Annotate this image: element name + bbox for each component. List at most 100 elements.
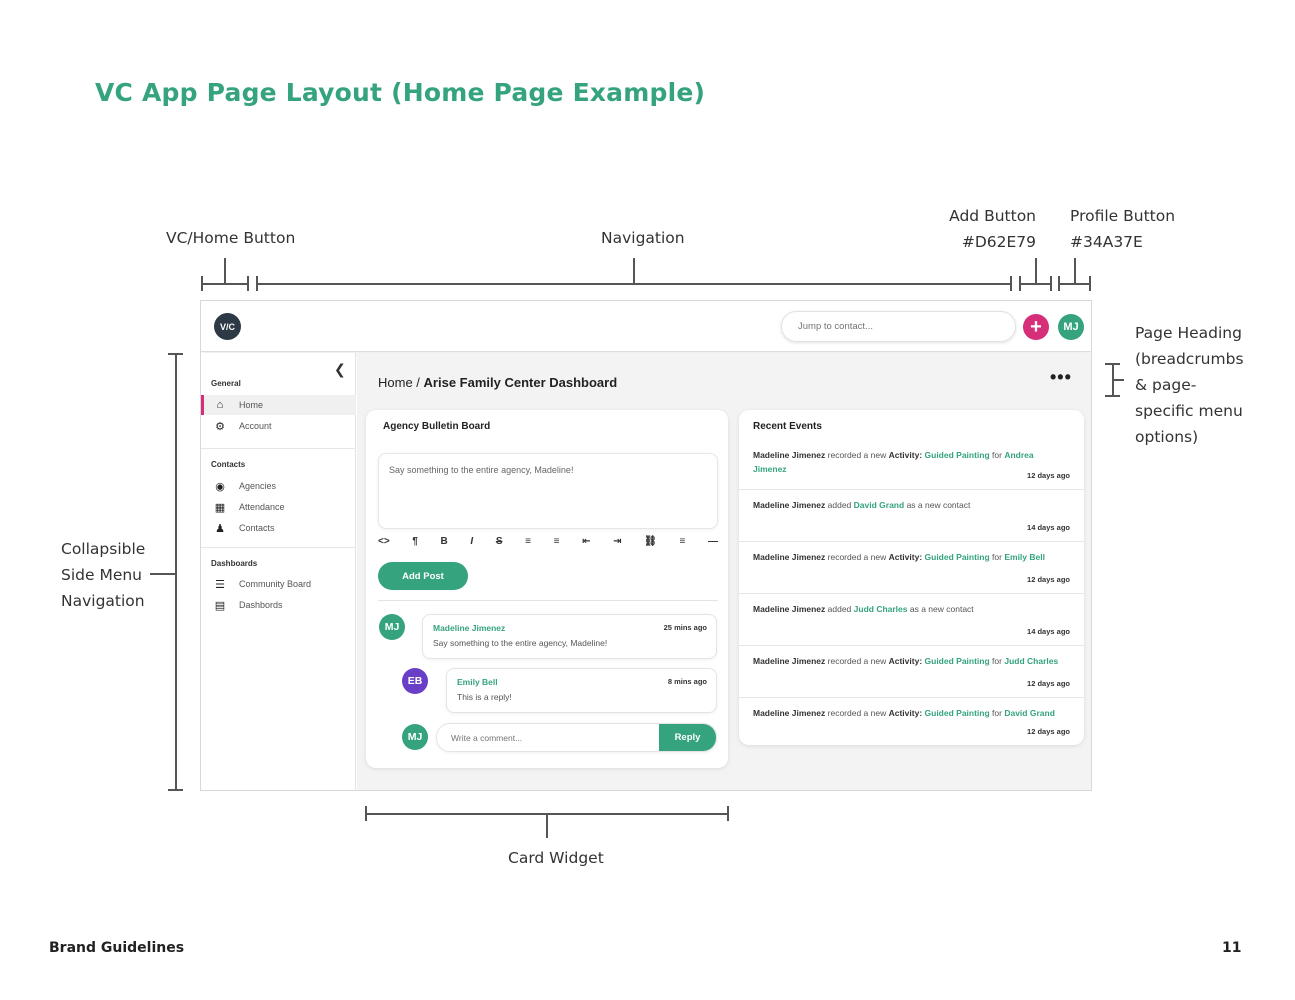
bullet-list-icon[interactable]: ≡: [525, 536, 531, 547]
event-for: for: [989, 708, 1005, 718]
profile-button[interactable]: MJ: [1058, 314, 1084, 340]
sidebar-item-dashboards[interactable]: ▤ Dashbords: [201, 595, 356, 615]
numbered-list-icon[interactable]: ≡: [554, 536, 560, 547]
sidebar-item-label: Attendance: [239, 502, 285, 512]
paragraph-icon[interactable]: ¶: [412, 536, 418, 547]
annotation-page-heading-line: Page Heading: [1135, 324, 1242, 342]
calendar-icon: ▦: [214, 501, 226, 514]
event-actor[interactable]: Madeline Jimenez: [753, 552, 825, 562]
event-time: 12 days ago: [1027, 679, 1070, 688]
event-item: Madeline Jimenez added Judd Charles as a…: [739, 594, 1084, 646]
sidebar-item-label: Contacts: [239, 523, 275, 533]
comment-input[interactable]: [437, 724, 661, 751]
home-icon: ⌂: [216, 399, 224, 411]
page-number: 11: [1222, 940, 1242, 956]
event-verb: added: [825, 604, 854, 614]
comment-box: Reply: [436, 723, 717, 752]
jump-to-contact-input[interactable]: [782, 312, 1015, 341]
breadcrumb-home[interactable]: Home: [378, 375, 413, 390]
annotation-side-menu-line: Collapsible: [61, 540, 146, 558]
sidebar-item-label: Agencies: [239, 481, 277, 491]
annotation-profile-button-label: Profile Button: [1070, 207, 1176, 225]
avatar: MJ: [402, 724, 428, 750]
event-verb: recorded a new: [825, 708, 889, 718]
annotation-add-button-color: #D62E79: [961, 233, 1036, 251]
post-author[interactable]: Emily Bell: [457, 677, 498, 687]
sidebar-item-label: Community Board: [239, 579, 312, 589]
post-time: 25 mins ago: [663, 623, 707, 632]
sidebar-item-community-board[interactable]: ☰ Community Board: [201, 574, 356, 594]
bar-chart-icon: ▤: [214, 599, 226, 612]
list-icon: ☰: [215, 578, 225, 591]
strikethrough-icon[interactable]: S: [496, 536, 503, 547]
event-actor[interactable]: Madeline Jimenez: [753, 708, 825, 718]
breadcrumb: Home / Arise Family Center Dashboard: [378, 375, 617, 390]
event-activity[interactable]: Guided Painting: [925, 552, 990, 562]
bold-icon[interactable]: B: [441, 536, 448, 547]
sidebar-item-attendance[interactable]: ▦ Attendance: [201, 497, 356, 517]
event-target[interactable]: David Grand: [1004, 708, 1055, 718]
jump-to-contact[interactable]: [781, 311, 1016, 342]
footer-brand: Brand Guidelines: [49, 940, 185, 956]
sidebar-section-title: Dashboards: [211, 559, 258, 568]
card-title: Agency Bulletin Board: [383, 421, 491, 432]
event-activity[interactable]: Guided Painting: [925, 450, 990, 460]
annotation-page-heading-line: options): [1135, 428, 1199, 446]
vc-home-button[interactable]: V/C: [214, 313, 241, 340]
event-item: Madeline Jimenez recorded a new Activity…: [739, 646, 1084, 698]
sidebar-item-agencies[interactable]: ◉ Agencies: [201, 476, 356, 496]
event-actor[interactable]: Madeline Jimenez: [753, 656, 825, 666]
annotation-profile-button-color: #34A37E: [1070, 233, 1143, 251]
annotation-card-widget: Card Widget: [508, 849, 604, 867]
sidebar-item-label: Dashbords: [239, 600, 283, 610]
app-mockup: V/C + MJ ❮ General ⌂ Home ⚙ Account Cont…: [200, 300, 1092, 791]
event-actor[interactable]: Madeline Jimenez: [753, 450, 825, 460]
sidebar-item-home[interactable]: ⌂ Home: [201, 395, 356, 415]
event-text: Madeline Jimenez recorded a new Activity…: [753, 551, 1063, 565]
event-activity[interactable]: Guided Painting: [925, 708, 990, 718]
event-actor[interactable]: Madeline Jimenez: [753, 500, 825, 510]
reply-button[interactable]: Reply: [659, 724, 716, 751]
horizontal-rule-icon[interactable]: —: [708, 536, 718, 547]
annotation-page-heading: Page Heading (breadcrumbs & page- specif…: [1135, 320, 1244, 450]
event-suffix: as a new contact: [904, 500, 971, 510]
agencies-icon: ◉: [215, 480, 225, 493]
code-icon[interactable]: <>: [378, 536, 390, 547]
event-item: Madeline Jimenez added David Grand as a …: [739, 490, 1084, 542]
annotation-add-button-label: Add Button: [949, 207, 1036, 225]
event-activity[interactable]: Guided Painting: [925, 656, 990, 666]
main-content: Home / Arise Family Center Dashboard •••…: [357, 353, 1091, 790]
italic-icon[interactable]: I: [470, 536, 473, 547]
sidebar-item-contacts[interactable]: ♟ Contacts: [201, 518, 356, 538]
event-target[interactable]: David Grand: [854, 500, 905, 510]
annotation-page-heading-line: & page-: [1135, 376, 1197, 394]
align-icon[interactable]: ≡: [680, 536, 686, 547]
annotation-add-button: Add Button #D62E79: [940, 203, 1036, 255]
sidebar-divider: [201, 547, 356, 548]
annotation-side-menu: Collapsible Side Menu Navigation: [61, 536, 145, 614]
outdent-icon[interactable]: ⇤: [582, 536, 590, 547]
card-title: Recent Events: [753, 421, 822, 432]
sidebar-section-title: General: [211, 379, 241, 388]
breadcrumb-current: Arise Family Center Dashboard: [423, 375, 618, 390]
chevron-left-icon[interactable]: ❮: [334, 361, 346, 378]
gears-icon: ⚙: [215, 420, 225, 433]
event-actor[interactable]: Madeline Jimenez: [753, 604, 825, 614]
event-target[interactable]: Emily Bell: [1004, 552, 1045, 562]
indent-icon[interactable]: ⇥: [613, 536, 621, 547]
event-target[interactable]: Judd Charles: [854, 604, 908, 614]
more-options-icon[interactable]: •••: [1050, 367, 1072, 388]
add-button[interactable]: +: [1023, 314, 1049, 340]
sidebar-item-account[interactable]: ⚙ Account: [201, 416, 356, 436]
add-post-button[interactable]: Add Post: [378, 562, 468, 590]
link-icon[interactable]: ⛓: [644, 536, 657, 547]
side-menu: ❮ General ⌂ Home ⚙ Account Contacts ◉ Ag…: [201, 353, 356, 790]
post-input[interactable]: Say something to the entire agency, Made…: [378, 453, 718, 529]
editor-toolbar: <> ¶ B I S ≡ ≡ ⇤ ⇥ ⛓ ≡ —: [378, 536, 718, 547]
sidebar-item-label: Home: [239, 400, 264, 410]
bulletin-board-card: Agency Bulletin Board Say something to t…: [366, 410, 728, 768]
reply-bubble: Emily Bell 8 mins ago This is a reply!: [446, 668, 717, 713]
annotation-side-menu-line: Side Menu: [61, 566, 143, 584]
post-author[interactable]: Madeline Jimenez: [433, 623, 505, 633]
event-target[interactable]: Judd Charles: [1004, 656, 1058, 666]
